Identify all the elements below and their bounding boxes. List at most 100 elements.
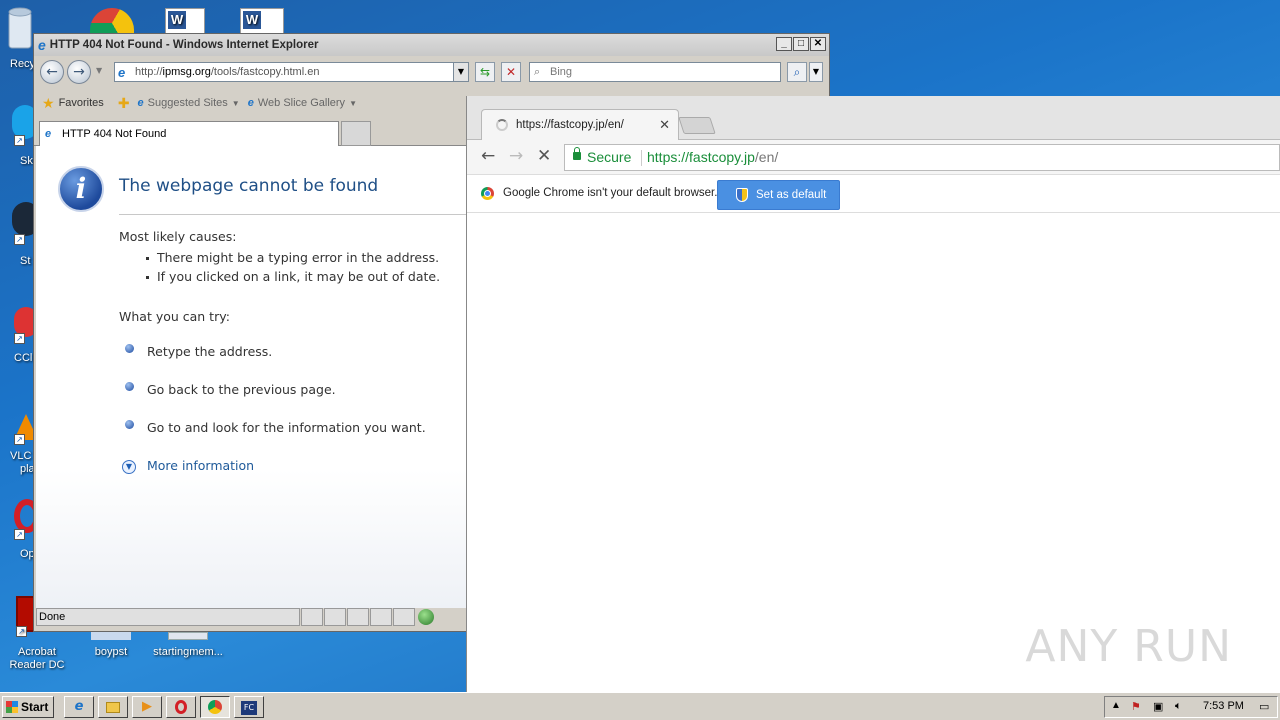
search-button[interactable]: ⌕ bbox=[787, 62, 807, 82]
taskbar-ie-button[interactable]: e bbox=[64, 696, 94, 718]
desktop-icon-ccleaner[interactable]: ↗ CCl bbox=[0, 305, 36, 370]
startingmem-label: startingmem... bbox=[153, 646, 223, 658]
address-dropdown-button[interactable]: ▼ bbox=[453, 62, 469, 82]
start-button[interactable]: Start bbox=[2, 696, 54, 718]
error-heading: The webpage cannot be found bbox=[119, 176, 379, 196]
action-center-flag-icon[interactable]: ⚑ bbox=[1131, 700, 1141, 713]
shortcut-arrow-icon: ↗ bbox=[14, 529, 25, 540]
expand-chevron-icon[interactable]: ▼ bbox=[122, 460, 136, 474]
chrome-logo-icon bbox=[481, 187, 494, 200]
url-text: https://fastcopy.jp/en/ bbox=[647, 145, 778, 170]
add-favorite-icon[interactable]: ✚ bbox=[118, 95, 130, 112]
url-path: /en/ bbox=[754, 149, 779, 165]
shortcut-arrow-icon: ↗ bbox=[14, 434, 25, 445]
try-item-go-to: Go to and look for the information you w… bbox=[147, 420, 426, 435]
ie-search-box[interactable]: ⌕ Bing bbox=[529, 62, 781, 82]
desktop-icon-vlc[interactable]: ↗ VLC pla bbox=[0, 410, 36, 480]
suggested-sites-label: Suggested Sites bbox=[147, 97, 228, 109]
divider bbox=[641, 150, 642, 166]
status-pane bbox=[370, 608, 392, 626]
start-label: Start bbox=[21, 700, 49, 714]
chrome-tab-active[interactable]: https://fastcopy.jp/en/ ✕ bbox=[481, 109, 679, 140]
volume-icon[interactable]: 🔈︎ bbox=[1175, 700, 1182, 713]
set-as-default-button[interactable]: Set as default bbox=[717, 180, 840, 210]
ie-tab-label: HTTP 404 Not Found bbox=[62, 128, 167, 140]
try-heading: What you can try: bbox=[119, 309, 230, 324]
system-tray: ▲ ⚑ ▣ 🔈︎ 7:53 PM ▭ bbox=[1104, 696, 1278, 718]
shortcut-arrow-icon: ↗ bbox=[16, 626, 27, 637]
nav-dropdown-icon[interactable]: ▼ bbox=[96, 66, 102, 75]
address-prefix: http:// bbox=[135, 66, 163, 78]
document-icon bbox=[168, 632, 208, 640]
taskbar-explorer-button[interactable] bbox=[98, 696, 128, 718]
word-icon: W bbox=[165, 8, 205, 34]
back-arrow-icon[interactable]: ← bbox=[481, 146, 495, 166]
media-player-icon: ▶ bbox=[142, 699, 152, 714]
compatibility-view-button[interactable]: ⇆ bbox=[475, 62, 495, 82]
back-button[interactable]: ← bbox=[40, 60, 64, 84]
acrobat-label: Acrobat Reader DC bbox=[9, 646, 65, 671]
taskbar-chrome-button[interactable] bbox=[200, 696, 230, 718]
taskbar-media-button[interactable]: ▶ bbox=[132, 696, 162, 718]
ie-address-row: ← → ▼ e http://ipmsg.org/tools/fastcopy.… bbox=[34, 58, 829, 84]
clock[interactable]: 7:53 PM bbox=[1203, 700, 1244, 712]
status-pane bbox=[347, 608, 369, 626]
web-slice-label: Web Slice Gallery bbox=[257, 97, 346, 109]
close-tab-icon[interactable]: ✕ bbox=[659, 110, 670, 140]
ie-new-tab-button[interactable] bbox=[341, 121, 371, 146]
stop-button[interactable]: ✕ bbox=[501, 62, 521, 82]
chrome-window[interactable]: https://fastcopy.jp/en/ ✕ ← → ✕ Secure h… bbox=[466, 96, 1280, 692]
ie-window-title: HTTP 404 Not Found - Windows Internet Ex… bbox=[49, 39, 319, 51]
desktop-icon-boypst[interactable]: boypst bbox=[76, 632, 146, 658]
loading-spinner-icon bbox=[496, 119, 508, 131]
word-doc-icon-2[interactable]: W bbox=[240, 8, 284, 34]
try-item-retype: Retype the address. bbox=[147, 344, 273, 359]
omnibox[interactable]: Secure https://fastcopy.jp/en/ bbox=[564, 144, 1280, 171]
desktop-icon-skype[interactable]: ↗ Sk bbox=[0, 105, 36, 175]
blue-bullet-icon bbox=[125, 420, 134, 429]
show-desktop-icon[interactable]: ▭ bbox=[1259, 700, 1269, 713]
search-options-button[interactable]: ▼ bbox=[809, 62, 823, 82]
chrome-tab-title: https://fastcopy.jp/en/ bbox=[516, 119, 624, 131]
cause-item: If you clicked on a link, it may be out … bbox=[146, 269, 440, 284]
secure-label: Secure bbox=[587, 149, 632, 165]
word-doc-icon-1[interactable]: W bbox=[165, 8, 209, 34]
status-pane bbox=[324, 608, 346, 626]
ie-address-bar[interactable]: e http://ipmsg.org/tools/fastcopy.html.e… bbox=[114, 62, 468, 82]
taskbar-opera-button[interactable] bbox=[166, 696, 196, 718]
minimize-button[interactable]: _ bbox=[776, 37, 792, 51]
ie-tab-active[interactable]: e HTTP 404 Not Found bbox=[39, 121, 339, 146]
ie-titlebar[interactable]: e HTTP 404 Not Found - Windows Internet … bbox=[34, 34, 829, 56]
ie-status-bar: Done bbox=[36, 608, 467, 628]
show-hidden-icons-icon[interactable]: ▲ bbox=[1111, 700, 1121, 711]
desktop-icon-opera[interactable]: ↗ Op bbox=[0, 495, 36, 565]
address-path: /tools/fastcopy.html.en bbox=[210, 66, 320, 78]
status-pane bbox=[393, 608, 415, 626]
ie-error-page: i The webpage cannot be found Most likel… bbox=[36, 146, 467, 608]
forward-button[interactable]: → bbox=[67, 60, 91, 84]
forward-arrow-icon[interactable]: → bbox=[509, 146, 523, 166]
internet-zone-icon[interactable] bbox=[418, 609, 434, 625]
more-information-link[interactable]: More information bbox=[147, 458, 254, 473]
close-button[interactable]: ✕ bbox=[810, 37, 826, 51]
boypst-label: boypst bbox=[94, 646, 128, 658]
desktop-icon-steam[interactable]: ↗ St bbox=[0, 200, 36, 270]
status-pane bbox=[301, 608, 323, 626]
opera-icon bbox=[175, 700, 187, 714]
desktop-icon-startingmem[interactable]: startingmem... bbox=[148, 632, 228, 658]
favorites-button[interactable]: ★ Favorites bbox=[42, 95, 104, 112]
try-item-go-back[interactable]: Go back to the previous page. bbox=[147, 382, 336, 397]
search-placeholder: Bing bbox=[550, 66, 573, 78]
maximize-button[interactable]: □ bbox=[793, 37, 809, 51]
default-browser-infobar: Google Chrome isn't your default browser… bbox=[467, 175, 1280, 213]
recycle-bin-label: Recy bbox=[10, 58, 36, 70]
taskbar-fastcopy-button[interactable]: FC bbox=[234, 696, 264, 718]
suggested-sites-link[interactable]: e Suggested Sites ▼ bbox=[138, 97, 240, 109]
info-icon: i bbox=[58, 166, 104, 212]
new-tab-button[interactable] bbox=[678, 117, 716, 134]
causes-heading: Most likely causes: bbox=[119, 229, 237, 244]
shortcut-arrow-icon: ↗ bbox=[14, 234, 25, 245]
stop-icon[interactable]: ✕ bbox=[537, 146, 551, 166]
web-slice-gallery-link[interactable]: e Web Slice Gallery ▼ bbox=[248, 97, 357, 109]
network-icon[interactable]: ▣ bbox=[1153, 700, 1163, 713]
